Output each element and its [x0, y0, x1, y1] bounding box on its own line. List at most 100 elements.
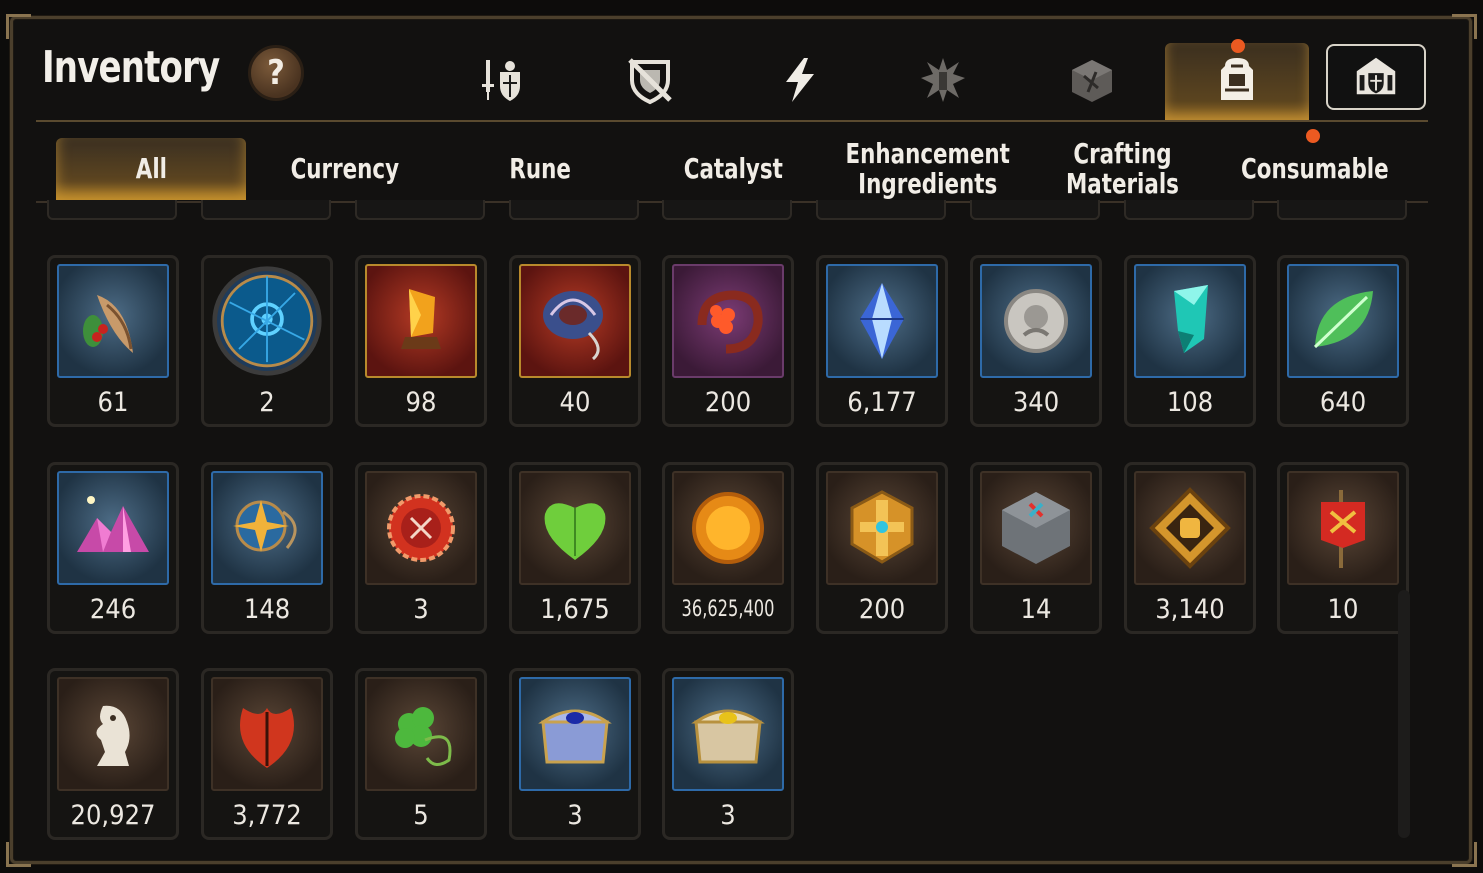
red-seal-icon — [387, 494, 455, 562]
vault-shield-icon — [1356, 57, 1396, 95]
item-art — [57, 677, 169, 791]
compass-star-amulet-icon — [233, 500, 297, 552]
notification-dot — [1231, 39, 1245, 53]
item-card-clipped — [816, 200, 946, 220]
category-tab-lightning[interactable] — [770, 48, 830, 112]
category-tab-broken-shield[interactable] — [620, 48, 680, 112]
green-heart-icon — [544, 503, 606, 560]
blue-diamond-icon — [860, 283, 904, 359]
item-card[interactable]: 200 — [662, 255, 794, 427]
item-art — [672, 677, 784, 791]
item-art — [365, 677, 477, 791]
category-tab-sword-shield[interactable] — [472, 48, 532, 112]
divider — [36, 120, 1428, 122]
category-tab-cube-rune[interactable] — [1062, 48, 1122, 112]
item-card[interactable]: 5 — [355, 668, 487, 840]
item-count: 1,675 — [540, 594, 610, 625]
item-card[interactable]: 3 — [662, 668, 794, 840]
tab-catalyst[interactable]: Catalyst — [638, 138, 828, 200]
item-card[interactable]: 61 — [47, 255, 179, 427]
item-art — [980, 471, 1092, 585]
tab-rune[interactable]: Rune — [445, 138, 635, 200]
item-card[interactable]: 6,177 — [816, 255, 948, 427]
item-count: 40 — [559, 387, 591, 418]
item-art — [57, 471, 169, 585]
item-card[interactable]: 20,927 — [47, 668, 179, 840]
item-card-clipped — [47, 200, 177, 220]
item-card[interactable]: 640 — [1277, 255, 1409, 427]
gold-sun-coin-icon — [692, 492, 764, 564]
frame-corner — [1452, 842, 1477, 867]
item-art — [980, 264, 1092, 378]
item-card-clipped — [662, 200, 792, 220]
item-count: 3 — [413, 594, 429, 625]
item-count: 2 — [259, 387, 275, 418]
item-count: 98 — [405, 387, 437, 418]
item-card[interactable]: 246 — [47, 462, 179, 634]
item-card[interactable]: 1,675 — [509, 462, 641, 634]
gold-gem-chest-icon — [691, 709, 765, 764]
frame-corner — [6, 842, 31, 867]
tab-crafting-materials[interactable]: Crafting Materials — [1030, 138, 1215, 200]
item-count: 6,177 — [847, 387, 917, 418]
item-count: 246 — [89, 594, 137, 625]
item-art — [1287, 471, 1399, 585]
pink-crystal-cluster-icon — [77, 496, 149, 552]
item-card[interactable]: 14 — [970, 462, 1102, 634]
lightning-icon — [786, 58, 814, 102]
item-count: 14 — [1020, 594, 1052, 625]
item-count: 3,140 — [1155, 594, 1225, 625]
item-count: 10 — [1327, 594, 1359, 625]
page-title: Inventory — [42, 42, 220, 93]
item-card[interactable]: 3,772 — [201, 668, 333, 840]
item-count: 61 — [97, 387, 129, 418]
category-tab-backpack[interactable] — [1207, 48, 1267, 112]
category-tab-vault-shield[interactable] — [1326, 44, 1426, 110]
broken-shield-icon — [628, 58, 672, 105]
scrollbar[interactable] — [1398, 590, 1410, 838]
cube-rune-icon — [1072, 60, 1112, 102]
help-button[interactable]: ? — [248, 45, 304, 101]
item-card[interactable]: 3,140 — [1124, 462, 1256, 634]
item-card[interactable]: 108 — [1124, 255, 1256, 427]
item-count: 3 — [567, 800, 583, 831]
amber-crystal-icon — [401, 289, 441, 349]
item-count: 200 — [704, 387, 752, 418]
item-card[interactable]: 148 — [201, 462, 333, 634]
tab-all[interactable]: All — [56, 138, 246, 200]
item-count: 200 — [858, 594, 906, 625]
green-leaf-icon — [1313, 291, 1373, 349]
item-art — [211, 677, 323, 791]
spiky-relic-icon — [921, 58, 965, 102]
item-card[interactable]: 3 — [355, 462, 487, 634]
item-art — [211, 264, 323, 378]
item-count: 5 — [413, 800, 429, 831]
item-art — [826, 264, 938, 378]
clover-amulet-icon — [395, 707, 452, 766]
notification-dot — [1306, 129, 1320, 143]
item-card-clipped — [970, 200, 1100, 220]
item-count: 108 — [1166, 387, 1214, 418]
item-count: 148 — [243, 594, 291, 625]
item-card-clipped — [201, 200, 331, 220]
item-card[interactable]: 2 — [201, 255, 333, 427]
item-card[interactable]: 36,625,400 — [662, 462, 794, 634]
item-art — [672, 264, 784, 378]
item-card[interactable]: 340 — [970, 255, 1102, 427]
item-card[interactable]: 98 — [355, 255, 487, 427]
item-count: 20,927 — [70, 800, 156, 831]
item-card-clipped — [509, 200, 639, 220]
category-tab-spiky-relic[interactable] — [913, 48, 973, 112]
teal-crystal-icon — [1174, 285, 1208, 353]
tab-consumable[interactable]: Consumable — [1220, 138, 1410, 200]
item-art — [1134, 471, 1246, 585]
blue-portal-disc-icon — [212, 266, 322, 376]
tab-enhancement-ingredients[interactable]: Enhancement Ingredients — [830, 138, 1025, 200]
item-card[interactable]: 10 — [1277, 462, 1409, 634]
tab-currency[interactable]: Currency — [250, 138, 440, 200]
item-card[interactable]: 200 — [816, 462, 948, 634]
item-art — [1134, 264, 1246, 378]
item-card[interactable]: 40 — [509, 255, 641, 427]
item-art — [57, 264, 169, 378]
item-card[interactable]: 3 — [509, 668, 641, 840]
